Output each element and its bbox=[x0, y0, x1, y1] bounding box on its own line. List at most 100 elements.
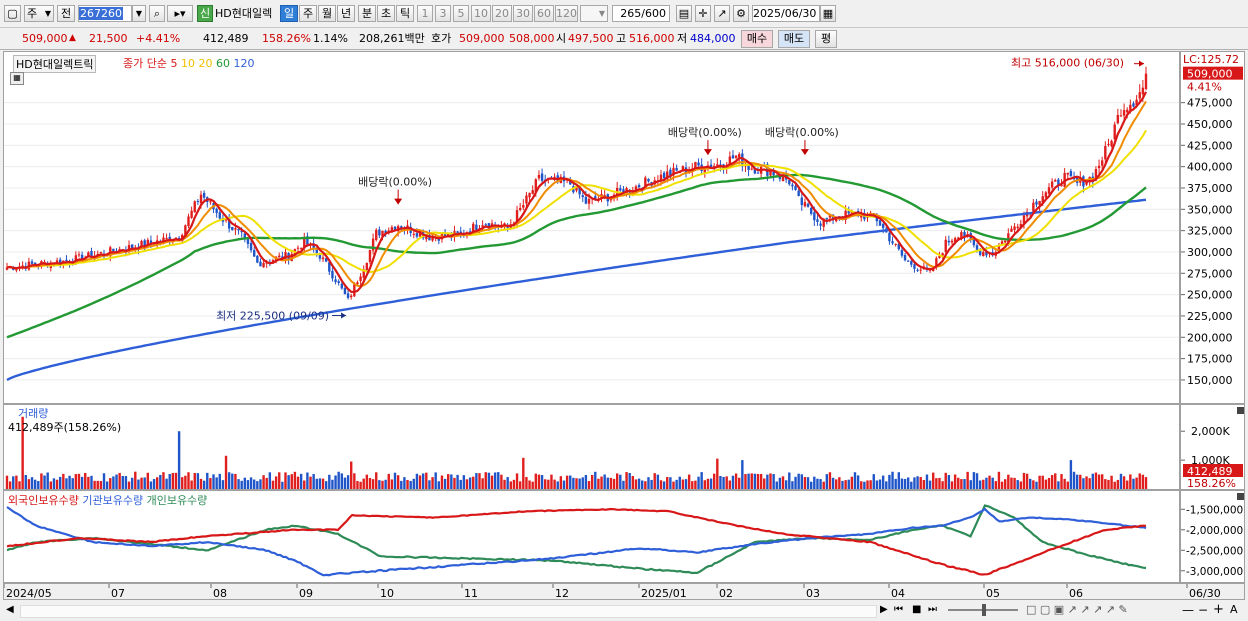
prev-button[interactable]: 전 bbox=[57, 5, 75, 22]
candle-body bbox=[187, 216, 190, 227]
volume-bar bbox=[903, 478, 907, 489]
volume-bar bbox=[994, 481, 998, 489]
scrollbar-track[interactable] bbox=[20, 605, 877, 618]
turnover-rate: 1.14% bbox=[313, 32, 348, 45]
open-label: 시 bbox=[556, 32, 567, 45]
code-dropdown-chevron-down-icon[interactable]: ▼ bbox=[132, 5, 146, 22]
buy-button[interactable]: 매수 bbox=[741, 30, 773, 48]
interval-button-10[interactable]: 10 bbox=[471, 5, 491, 22]
period-button-month[interactable]: 월 bbox=[318, 5, 336, 22]
period-type-select[interactable]: 주 ▼ bbox=[24, 5, 54, 22]
high-annotation: 최고 516,000 (06/30) bbox=[1011, 57, 1124, 70]
zoom-out-icon[interactable]: − bbox=[1198, 603, 1208, 617]
volume-bar bbox=[497, 472, 500, 489]
time-tick-label: 06/30 bbox=[1189, 587, 1221, 600]
period-button-year[interactable]: 년 bbox=[337, 5, 355, 22]
holdings-pane[interactable]: 외국인보유수량 기관보유수량 개인보유수량 bbox=[3, 490, 1180, 583]
volume-bar bbox=[58, 476, 62, 489]
zoom-in-icon[interactable]: + bbox=[1213, 602, 1224, 617]
candle-body bbox=[1097, 165, 1101, 169]
volume-bar bbox=[428, 480, 431, 489]
chart-style-icon[interactable]: ▤ bbox=[676, 5, 692, 22]
dividend-arrow-head bbox=[703, 149, 712, 156]
interval-button-60[interactable]: 60 bbox=[534, 5, 554, 22]
zoom-slider-handle[interactable] bbox=[982, 604, 986, 616]
volume-pane[interactable]: 거래량 412,489주(158.26%) bbox=[3, 404, 1180, 490]
interval-button-5[interactable]: 5 bbox=[453, 5, 469, 22]
candle-body bbox=[537, 175, 541, 179]
volume-bar bbox=[788, 472, 791, 489]
volume-bar bbox=[584, 475, 588, 489]
crosshair-icon[interactable]: ✛ bbox=[695, 5, 711, 22]
volume-bar bbox=[303, 480, 306, 489]
calendar-icon[interactable]: ▦ bbox=[820, 5, 836, 22]
search-icon[interactable]: ⌕ bbox=[149, 5, 165, 22]
candle-body bbox=[913, 264, 916, 269]
volume-bar bbox=[1069, 460, 1073, 489]
volume-bar bbox=[634, 479, 638, 489]
volume-bar bbox=[841, 480, 844, 489]
sell-button[interactable]: 매도 bbox=[778, 30, 810, 48]
volume-bar bbox=[738, 477, 741, 489]
period-button-minute[interactable]: 분 bbox=[358, 5, 376, 22]
drawing-tools-icon[interactable]: □ ▢ ▣ ↗ ↗ ↗ ↗ ✎ bbox=[1026, 603, 1128, 616]
volume-bar bbox=[1107, 479, 1110, 489]
font-size-icon[interactable]: A bbox=[1230, 603, 1238, 616]
volume-bar bbox=[262, 475, 265, 489]
volume-bar bbox=[481, 478, 484, 489]
volume-bar bbox=[963, 479, 966, 489]
volume-bar bbox=[115, 474, 118, 489]
period-button-tick[interactable]: 틱 bbox=[396, 5, 414, 22]
grid-toggle-icon[interactable]: ▦ bbox=[10, 72, 24, 85]
volume-bar bbox=[784, 480, 788, 489]
volume-chart[interactable] bbox=[4, 405, 1180, 490]
interval-button-20[interactable]: 20 bbox=[492, 5, 512, 22]
candle-body bbox=[697, 162, 700, 166]
volume-bar bbox=[978, 480, 982, 489]
price-chart[interactable]: 최고 516,000 (06/30) 최저 225,500 (09/09) 배당락(… bbox=[4, 52, 1180, 404]
interval-button-120[interactable]: 120 bbox=[555, 5, 578, 22]
period-button-week[interactable]: 주 bbox=[299, 5, 317, 22]
gear-icon[interactable]: ⚙ bbox=[733, 5, 749, 22]
price-pane[interactable]: 최고 516,000 (06/30) 최저 225,500 (09/09) 배당락(… bbox=[3, 51, 1180, 404]
stop-icon[interactable]: ■ bbox=[912, 604, 921, 615]
volume-bar bbox=[381, 480, 384, 489]
new-badge[interactable]: 신 bbox=[197, 5, 213, 22]
volume-bar bbox=[687, 474, 691, 489]
volume-bar bbox=[206, 472, 209, 489]
period-button-day[interactable]: 일 bbox=[280, 5, 298, 22]
volume-bar bbox=[816, 478, 819, 489]
volume-bar bbox=[744, 474, 747, 489]
minimize-icon[interactable]: — bbox=[1182, 603, 1194, 617]
code-input[interactable]: 267260 bbox=[78, 5, 132, 22]
volume-bar bbox=[628, 472, 631, 489]
volume-bar bbox=[875, 480, 879, 489]
interval-select[interactable]: ▼ bbox=[580, 5, 608, 22]
date-field[interactable]: 2025/06/30 bbox=[752, 5, 820, 22]
volume-bar bbox=[281, 481, 284, 489]
speaker-icon[interactable]: ▸▾ bbox=[167, 5, 193, 22]
window-icon[interactable]: ▢ bbox=[4, 5, 21, 22]
rewind-icon[interactable]: ⏮ bbox=[894, 604, 903, 615]
scroll-right-icon[interactable]: ▶ bbox=[880, 604, 888, 615]
scroll-left-icon[interactable]: ◀ bbox=[6, 604, 14, 615]
volume-bar bbox=[52, 478, 56, 489]
evaluate-button[interactable]: 평 bbox=[815, 30, 837, 48]
volume-bar bbox=[835, 479, 838, 489]
volume-bar bbox=[331, 479, 334, 489]
count-field[interactable]: 265/600 bbox=[612, 5, 670, 22]
legend-ma60: 60 bbox=[215, 57, 230, 70]
fast-forward-icon[interactable]: ⏭ bbox=[928, 604, 937, 615]
volume-bar bbox=[913, 477, 916, 489]
volume-bar bbox=[935, 478, 938, 489]
volume-bar bbox=[587, 481, 591, 489]
candle-body bbox=[1122, 110, 1126, 116]
volume-bar bbox=[468, 477, 472, 489]
volume-bar bbox=[575, 478, 578, 489]
period-button-second[interactable]: 초 bbox=[377, 5, 395, 22]
interval-button-30[interactable]: 30 bbox=[513, 5, 533, 22]
interval-button-3[interactable]: 3 bbox=[435, 5, 451, 22]
trend-icon[interactable]: ↗ bbox=[714, 5, 730, 22]
volume-bar bbox=[1003, 479, 1007, 489]
interval-button-1[interactable]: 1 bbox=[417, 5, 433, 22]
